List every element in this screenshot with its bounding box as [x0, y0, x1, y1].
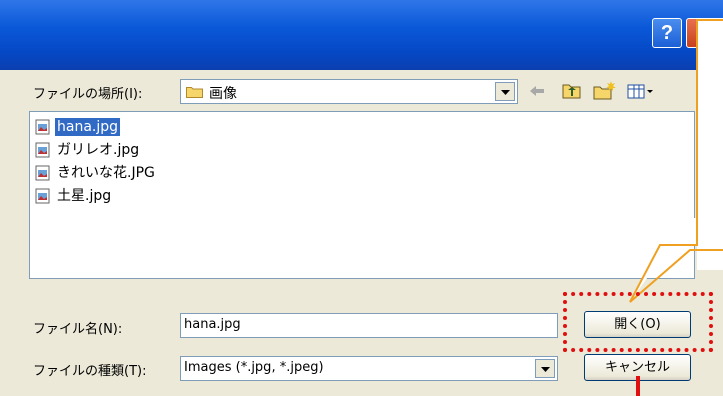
close-button[interactable]: ×	[686, 18, 716, 48]
filetype-dropdown-button[interactable]	[535, 359, 555, 378]
file-list[interactable]: hana.jpg ガリレオ.jpg きれいな花.JPG 土星.jpg	[29, 111, 695, 279]
highlight-frame	[563, 292, 713, 352]
chevron-down-icon	[501, 90, 510, 95]
up-folder-icon	[562, 84, 581, 99]
folder-icon	[186, 87, 203, 98]
lookin-dropdown-button[interactable]	[495, 82, 515, 101]
file-item[interactable]: hana.jpg	[35, 117, 335, 137]
back-arrow-icon	[530, 86, 544, 96]
up-folder-button[interactable]	[559, 78, 585, 104]
new-folder-button[interactable]	[591, 78, 617, 104]
highlight-pointer	[636, 376, 640, 396]
file-item[interactable]: ガリレオ.jpg	[35, 140, 335, 160]
title-bar[interactable]: ? ×	[0, 0, 723, 70]
filetype-dropdown[interactable]: Images (*.jpg, *.jpeg)	[180, 356, 558, 381]
view-menu-icon	[627, 84, 653, 99]
filetype-label: ファイルの種類(T):	[33, 364, 147, 379]
file-item[interactable]: きれいな花.JPG	[35, 163, 335, 183]
file-item[interactable]: 土星.jpg	[35, 186, 335, 206]
lookin-dropdown[interactable]: 画像	[180, 79, 518, 104]
image-file-icon	[35, 165, 50, 181]
lookin-value: 画像	[209, 86, 237, 102]
image-file-icon	[35, 119, 50, 135]
image-file-icon	[35, 188, 50, 204]
back-button[interactable]	[524, 78, 550, 104]
view-menu-button[interactable]	[625, 78, 659, 104]
filetype-value: Images (*.jpg, *.jpeg)	[184, 360, 324, 375]
filename-value: hana.jpg	[184, 317, 241, 332]
lookin-label: ファイルの場所(I):	[33, 87, 143, 102]
help-button[interactable]: ?	[652, 18, 682, 48]
new-folder-icon	[593, 81, 616, 100]
image-file-icon	[35, 142, 50, 158]
filename-input[interactable]: hana.jpg	[180, 313, 558, 338]
filename-label: ファイル名(N):	[33, 322, 123, 337]
chevron-down-icon	[541, 367, 550, 372]
